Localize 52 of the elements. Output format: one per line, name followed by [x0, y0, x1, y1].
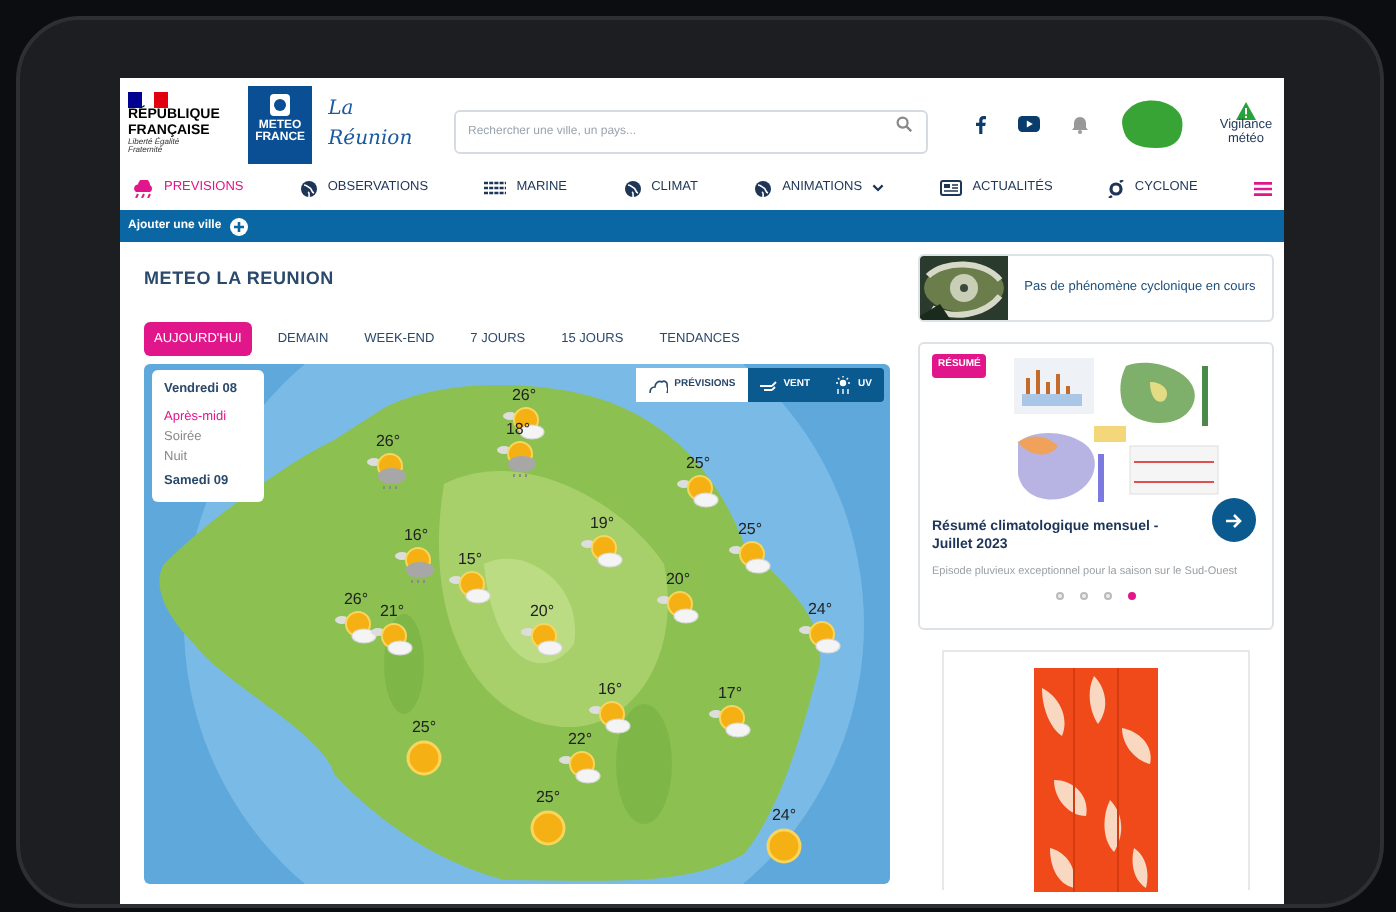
video-icon[interactable]: [1018, 116, 1040, 132]
temperature-label: 20°: [665, 572, 691, 589]
sun-icon: [402, 736, 446, 779]
facebook-icon[interactable]: [976, 115, 986, 133]
page-title: METEO LA REUNION: [144, 266, 336, 292]
plus-icon: [229, 217, 248, 235]
temperature-label: 25°: [535, 790, 561, 807]
arrow-right-icon: [1226, 513, 1242, 527]
temperature-label: 22°: [567, 732, 593, 749]
temperature-label: 21°: [379, 604, 405, 621]
menu-icon[interactable]: [1253, 181, 1272, 195]
temperature-label: 26°: [375, 434, 401, 451]
rain-cloud-icon: [394, 544, 438, 587]
temperature-label: 24°: [771, 808, 797, 825]
cloud-rain-icon: [132, 179, 154, 197]
next-button[interactable]: [1212, 498, 1256, 542]
temperature-label: 15°: [457, 552, 483, 569]
sun-icon: [762, 824, 806, 867]
temperature-label: 26°: [511, 388, 537, 405]
globe-icon: [623, 179, 642, 197]
sun-rays-icon: [834, 376, 853, 395]
temperature-label: 16°: [403, 528, 429, 545]
temperature-label: 20°: [529, 604, 555, 621]
carousel-dot[interactable]: [1056, 592, 1064, 601]
temperature-label: 16°: [597, 682, 623, 699]
carousel-dot[interactable]: [1080, 592, 1088, 601]
carousel-dot[interactable]: [1128, 592, 1136, 601]
temperature-label: 17°: [717, 686, 743, 703]
bell-icon[interactable]: [1072, 115, 1088, 133]
newspaper-icon: [940, 180, 963, 196]
temperature-label: 25°: [411, 720, 437, 737]
temperature-label: 19°: [589, 516, 615, 533]
rain-cloud-icon: [366, 450, 410, 493]
waves-icon: [484, 180, 507, 196]
cyclone-icon: [1108, 179, 1125, 197]
globe-icon: [754, 179, 773, 197]
search-icon: [896, 116, 912, 132]
flag-icon: [128, 92, 168, 109]
globe-icon: [299, 179, 318, 197]
rain-cloud-icon: [496, 438, 540, 481]
temperature-label: 26°: [343, 592, 369, 609]
temperature-label: 25°: [737, 522, 763, 539]
caret-icon: [872, 184, 885, 192]
cloud-icon: [648, 377, 669, 394]
wind-icon: [759, 379, 778, 392]
sun-icon: [526, 806, 570, 849]
island-icon[interactable]: [1120, 98, 1184, 150]
logo-icon: [270, 93, 291, 115]
temperature-label: 24°: [807, 602, 833, 619]
carousel-dot[interactable]: [1104, 592, 1112, 601]
region-name: La Réunion: [328, 96, 415, 154]
warning-icon: [1236, 101, 1256, 120]
